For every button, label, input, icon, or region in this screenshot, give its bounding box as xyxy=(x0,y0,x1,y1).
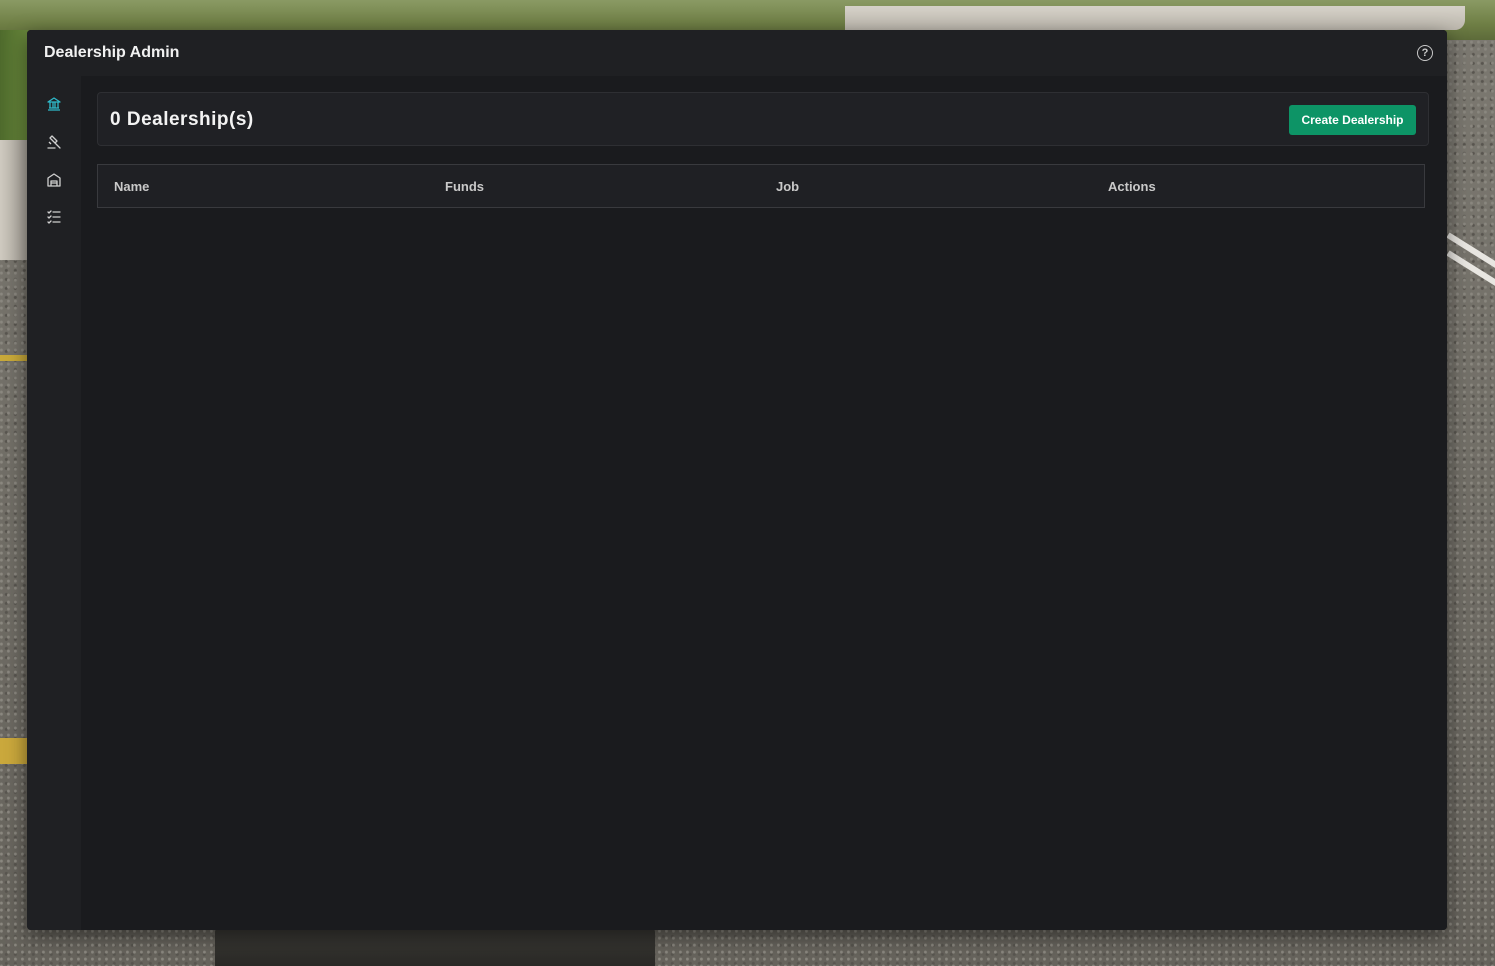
column-header-actions[interactable]: Actions xyxy=(1108,179,1156,194)
left-curb xyxy=(0,140,28,260)
column-header-name[interactable]: Name xyxy=(114,179,149,194)
bank-icon xyxy=(47,97,61,111)
column-header-funds[interactable]: Funds xyxy=(445,179,484,194)
create-dealership-button[interactable]: Create Dealership xyxy=(1289,105,1416,135)
title-bar: Dealership Admin ? xyxy=(27,30,1447,76)
sidebar xyxy=(27,76,81,930)
sidebar-item-dealerships[interactable] xyxy=(44,94,64,114)
sidebar-item-list[interactable] xyxy=(44,207,64,227)
road-marking xyxy=(0,738,28,764)
column-header-job[interactable]: Job xyxy=(776,179,799,194)
checklist-icon xyxy=(47,210,61,224)
character-silhouette xyxy=(215,928,655,966)
curb xyxy=(845,6,1465,30)
window-title: Dealership Admin xyxy=(44,44,180,61)
help-glyph: ? xyxy=(1421,47,1429,59)
question-circle-icon[interactable]: ? xyxy=(1417,45,1433,61)
dealership-header: 0 Dealership(s) Create Dealership xyxy=(97,92,1429,146)
dealership-table-header: Name Funds Job Actions xyxy=(97,164,1425,208)
dealership-admin-window: Dealership Admin ? 0 Dealership(s) Creat… xyxy=(27,30,1447,930)
main-content: 0 Dealership(s) Create Dealership Name F… xyxy=(81,76,1447,930)
sidebar-item-tools[interactable] xyxy=(44,132,64,152)
left-grass xyxy=(0,30,28,140)
road-marking xyxy=(0,355,28,361)
building-icon xyxy=(47,173,61,187)
dealership-count: 0 Dealership(s) xyxy=(110,109,254,130)
sidebar-item-garage[interactable] xyxy=(44,170,64,190)
hammer-icon xyxy=(47,135,61,149)
